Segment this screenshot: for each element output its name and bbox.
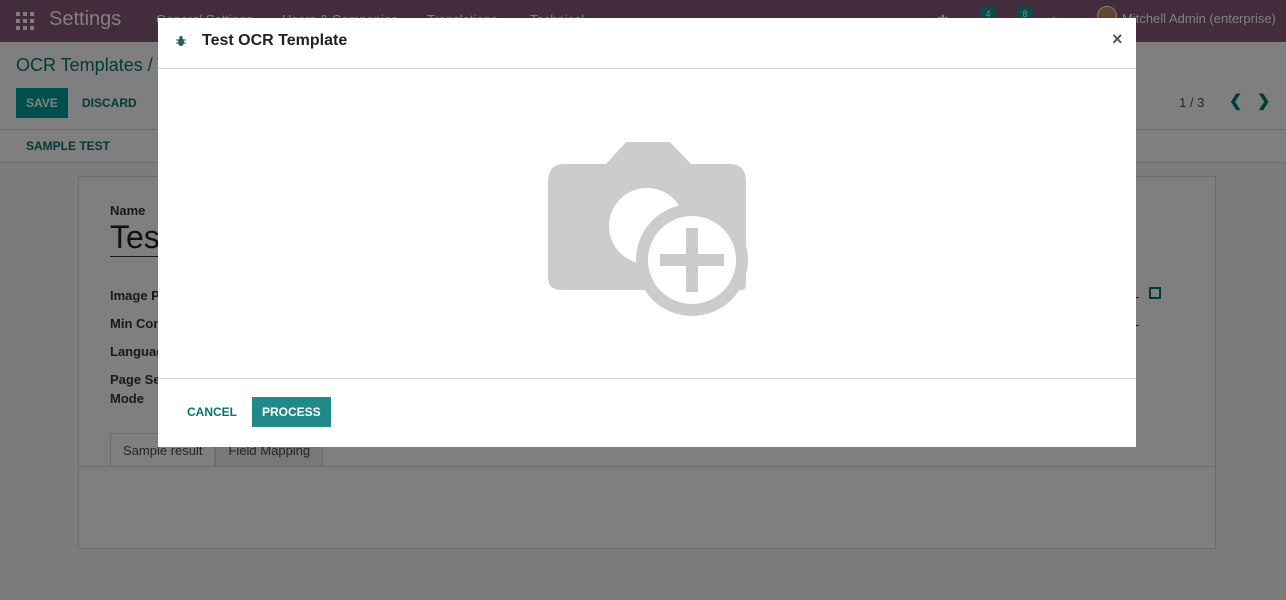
- modal-header: Test OCR Template ×: [158, 18, 1136, 69]
- close-icon[interactable]: ×: [1112, 29, 1123, 50]
- process-button[interactable]: PROCESS: [252, 397, 331, 427]
- camera-plus-icon[interactable]: [546, 140, 748, 316]
- cancel-button[interactable]: CANCEL: [179, 397, 245, 427]
- modal-footer: CANCEL PROCESS: [158, 378, 1136, 447]
- test-ocr-dialog: Test OCR Template × CANCEL PROCESS: [158, 18, 1136, 447]
- modal-title: Test OCR Template: [202, 32, 348, 49]
- bug-icon: [176, 35, 186, 46]
- modal-body: [158, 70, 1136, 378]
